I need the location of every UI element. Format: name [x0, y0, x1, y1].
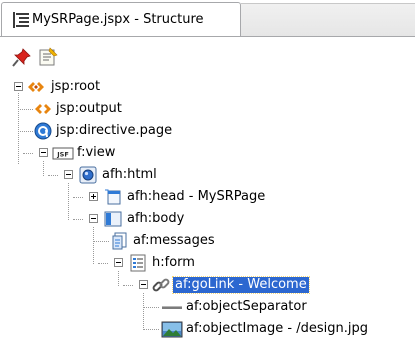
- tree-node-label: af:objectSeparator: [186, 299, 307, 314]
- show-source-icon: [39, 47, 58, 66]
- collapse-toggle[interactable]: [139, 280, 148, 289]
- tree-node-f-view[interactable]: JSF f:view: [0, 142, 200, 164]
- pin-icon: [12, 48, 31, 67]
- collapse-toggle[interactable]: [89, 214, 98, 223]
- messages-icon: [112, 232, 127, 250]
- tree-node-af-objectseparator[interactable]: af:objectSeparator: [0, 296, 307, 318]
- image-icon: [161, 321, 183, 338]
- collapse-toggle[interactable]: [64, 170, 73, 179]
- tree-node-label: afh:body: [127, 211, 185, 226]
- link-icon: [152, 278, 170, 292]
- collapse-toggle[interactable]: [14, 82, 23, 91]
- tree-node-afh-html[interactable]: afh:html: [0, 164, 200, 186]
- html-icon: [79, 166, 97, 184]
- collapse-toggle[interactable]: [39, 148, 48, 157]
- collapse-toggle[interactable]: [114, 258, 123, 267]
- jsp-tag-icon: [35, 104, 51, 114]
- tree-node-jsp-directive-page[interactable]: jsp:directive.page: [0, 120, 220, 142]
- tree-node-label: afh:html: [102, 167, 157, 182]
- tree-node-afh-body[interactable]: afh:body: [0, 208, 200, 230]
- tree-node-jsp-root[interactable]: jsp:root: [0, 76, 200, 98]
- tree-node-h-form[interactable]: h:form: [0, 252, 200, 274]
- directive-icon: [34, 122, 52, 140]
- panel-tab-bar: MySRPage.jspx - Structure: [0, 0, 415, 37]
- tree-node-label: afh:head - MySRPage: [127, 189, 266, 204]
- tree-node-label: f:view: [77, 145, 116, 160]
- tree-node-label: jsp:directive.page: [56, 123, 173, 138]
- tree-node-jsp-output[interactable]: jsp:output: [0, 98, 200, 120]
- tree-node-label: af:messages: [133, 233, 215, 248]
- structure-tree: jsp:root jsp:output jsp:directive.page J…: [0, 73, 415, 348]
- show-source-button[interactable]: [38, 47, 58, 67]
- tab-title: MySRPage.jspx - Structure: [32, 12, 204, 27]
- tree-node-label: h:form: [152, 255, 195, 270]
- structure-icon: [13, 12, 29, 28]
- tree-node-af-objectimage[interactable]: af:objectImage - /design.jpg: [0, 318, 368, 340]
- tab-strip-empty: [241, 3, 415, 37]
- jsf-icon: JSF: [52, 147, 74, 160]
- jsp-root-icon: [28, 82, 44, 92]
- form-icon: [130, 254, 146, 272]
- tree-node-label: af:objectImage - /design.jpg: [186, 321, 368, 336]
- tree-node-af-messages[interactable]: af:messages: [0, 230, 220, 252]
- head-icon: [105, 189, 121, 205]
- separator-icon: [162, 306, 182, 309]
- tree-node-afh-head[interactable]: afh:head - MySRPage: [0, 186, 265, 208]
- svg-text:JSF: JSF: [56, 151, 69, 159]
- tree-node-label: af:goLink - Welcome: [172, 276, 310, 294]
- toolbar: [0, 37, 415, 73]
- expand-toggle[interactable]: [89, 192, 98, 201]
- body-icon: [104, 211, 122, 227]
- tree-node-label: jsp:root: [51, 79, 101, 94]
- tree-node-af-golink[interactable]: af:goLink - Welcome: [0, 274, 310, 296]
- structure-tab[interactable]: MySRPage.jspx - Structure: [1, 2, 241, 37]
- tree-node-label: jsp:output: [56, 101, 122, 116]
- pin-button[interactable]: [12, 47, 32, 67]
